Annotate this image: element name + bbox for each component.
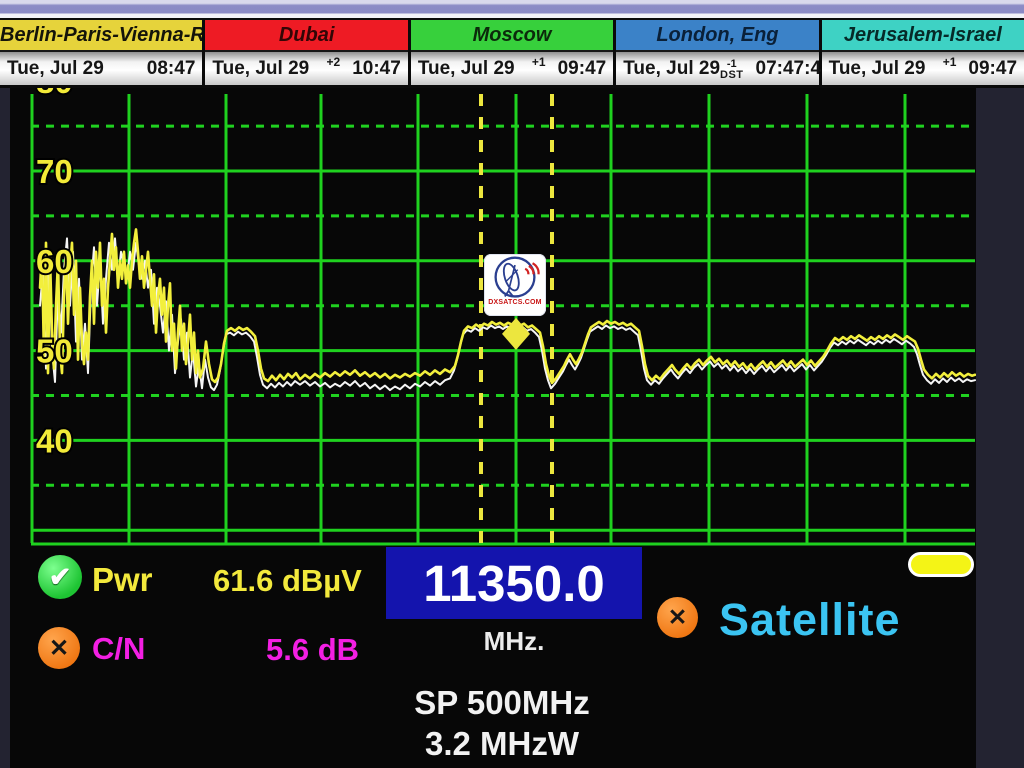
- clock-date: Tue, Jul 29: [7, 58, 104, 80]
- pwr-label: Pwr: [92, 561, 153, 599]
- soft-key-pill[interactable]: [908, 552, 974, 577]
- bandwidth-readout: 3.2 MHzW: [302, 725, 702, 763]
- satellite-label: Satellite: [719, 594, 901, 646]
- cn-value: 5.6 dB: [266, 632, 359, 668]
- clock-date: Tue, Jul 29: [418, 58, 515, 80]
- clock-date: Tue, Jul 29: [829, 58, 926, 80]
- satellite-dish-icon: [487, 254, 543, 302]
- clock-city-label: London, Eng: [616, 20, 818, 52]
- clock-dst-offset: -1 DST: [720, 59, 744, 81]
- clock-time-row: Tue, Jul 29 +1 09:47: [411, 52, 613, 85]
- clock-panel-moscow: Moscow Tue, Jul 29 +1 09:47: [411, 20, 613, 85]
- clock-time: 09:47: [968, 58, 1017, 80]
- frequency-value: 11350.0: [423, 554, 605, 613]
- clock-utc-offset: +1: [532, 55, 546, 69]
- satellite-status-x-icon: ✕: [657, 597, 698, 638]
- dxsatcs-logo: DXSATCS.COM: [484, 254, 546, 316]
- frequency-unit: MHz.: [386, 626, 642, 657]
- y-axis-tick-label: 70: [36, 153, 73, 190]
- clock-date: Tue, Jul 29: [623, 58, 720, 80]
- span-readout: SP 500MHz: [302, 684, 702, 722]
- clock-time: 10:47: [352, 58, 401, 80]
- y-axis-tick-label: 50: [36, 333, 73, 370]
- logo-text: DXSATCS.COM: [488, 299, 541, 306]
- clock-utc-offset: +2: [327, 55, 341, 69]
- clock-date: Tue, Jul 29: [212, 58, 309, 80]
- clock-time: 09:47: [558, 58, 607, 80]
- clock-city-label: Dubai: [205, 20, 407, 52]
- window-top-strip: [0, 0, 1024, 18]
- clock-time: 08:47: [147, 58, 196, 80]
- clock-time-row: Tue, Jul 29 +2 10:47: [205, 52, 407, 85]
- y-axis-tick-label: 80: [36, 88, 73, 100]
- y-axis-tick-label: 60: [36, 243, 73, 280]
- clock-panel-london: London, Eng Tue, Jul 29 -1 DST 07:47:49: [616, 20, 818, 85]
- clock-time: 07:47:49: [756, 58, 832, 80]
- cn-label: C/N: [92, 631, 145, 667]
- clock-panel-jerusalem: Jerusalem-Israel Tue, Jul 29 +1 09:47: [822, 20, 1024, 85]
- y-axis-tick-label: 40: [36, 422, 73, 459]
- clock-city-label: Moscow: [411, 20, 613, 52]
- clock-city-label: Berlin-Paris-Vienna-Roma: [0, 20, 202, 52]
- clock-time-row: Tue, Jul 29 -1 DST 07:47:49: [616, 52, 818, 85]
- clock-time-row: Tue, Jul 29 08:47: [0, 52, 202, 85]
- meter-screenshot: Berlin-Paris-Vienna-Roma Tue, Jul 29 08:…: [0, 0, 1024, 768]
- frequency-display[interactable]: 11350.0: [386, 547, 642, 619]
- cn-status-x-icon: ✕: [38, 627, 80, 669]
- clock-panel-dubai: Dubai Tue, Jul 29 +2 10:47: [205, 20, 407, 85]
- clock-time-row: Tue, Jul 29 +1 09:47: [822, 52, 1024, 85]
- clock-utc-offset: +1: [943, 55, 957, 69]
- pwr-status-check-icon: ✔: [38, 555, 82, 599]
- clock-panel-berlin: Berlin-Paris-Vienna-Roma Tue, Jul 29 08:…: [0, 20, 202, 85]
- spectrum-plot: 80 70 60 50 40: [10, 88, 976, 546]
- pwr-value: 61.6 dBµV: [213, 563, 362, 599]
- world-clock-bar: Berlin-Paris-Vienna-Roma Tue, Jul 29 08:…: [0, 18, 1024, 88]
- clock-city-label: Jerusalem-Israel: [822, 20, 1024, 52]
